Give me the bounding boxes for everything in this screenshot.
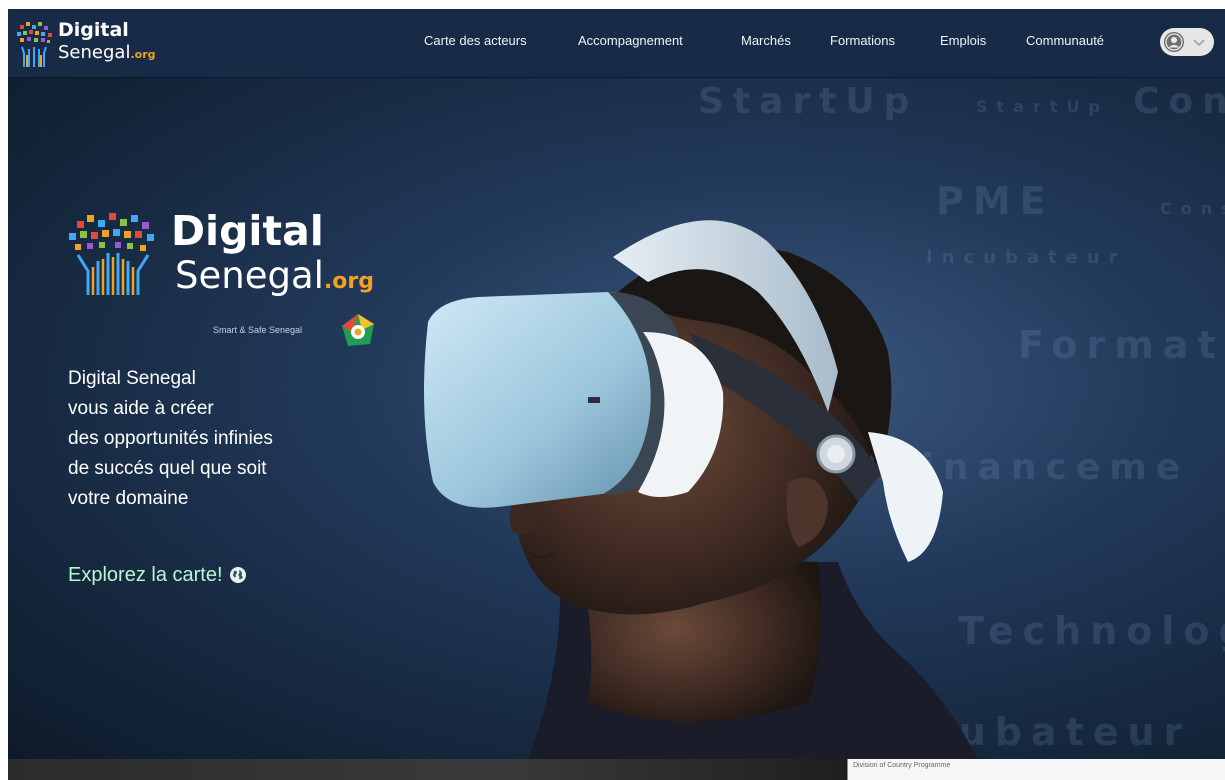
nav-link-formations[interactable]: Formations bbox=[830, 33, 895, 48]
user-menu-toggle[interactable] bbox=[1160, 28, 1214, 56]
nav-link-emplois[interactable]: Emplois bbox=[940, 33, 986, 48]
bg-word-formation: Formati bbox=[1018, 323, 1225, 367]
next-section-strip bbox=[8, 759, 1225, 780]
nav-link-communaute[interactable]: Communauté bbox=[1026, 33, 1104, 48]
user-avatar-icon bbox=[1164, 32, 1184, 52]
brand-pixel-tree-icon bbox=[69, 213, 154, 295]
browser-viewport: Digital Senegal.org Carte des acteurs Ac… bbox=[8, 9, 1225, 780]
brand-text-senegal-word: Senegal bbox=[175, 254, 324, 297]
bg-word-technologie: Technolog bbox=[958, 609, 1225, 653]
nav-link-accompagnement[interactable]: Accompagnement bbox=[578, 33, 683, 48]
hero-line-5: votre domaine bbox=[68, 488, 189, 509]
bg-word-startup: StartUp bbox=[698, 81, 919, 122]
hero-description: Digital Senegal vous aide à créer des op… bbox=[68, 364, 388, 514]
nav-link-marches[interactable]: Marchés bbox=[741, 33, 791, 48]
explore-map-link[interactable]: Explorez la carte! bbox=[68, 564, 247, 587]
hero-brand-logo: Digital Senegal.org Smart & Safe Senegal bbox=[63, 207, 393, 357]
top-navbar: Digital Senegal.org Carte des acteurs Ac… bbox=[8, 9, 1225, 78]
main-menu: Carte des acteurs Accompagnement Marchés… bbox=[8, 9, 1225, 77]
hero-line-1: Digital Senegal bbox=[68, 368, 196, 389]
hero-banner: StartUp StartUp Con PME Cons Incubateur … bbox=[8, 77, 1225, 759]
hero-line-4: de succés quel que soit bbox=[68, 458, 267, 479]
chevron-down-icon bbox=[1193, 39, 1205, 47]
senegal-badge-icon bbox=[342, 314, 374, 346]
hero-line-2: vous aide à créer bbox=[68, 398, 214, 419]
brand-tagline: Smart & Safe Senegal bbox=[213, 325, 303, 335]
brand-text-org: .org bbox=[323, 269, 374, 294]
next-section-snippet: Division of Country Programme bbox=[853, 762, 951, 769]
brand-text-digital: Digital bbox=[171, 207, 324, 255]
bg-word-cons: Cons bbox=[1160, 199, 1225, 218]
brand-text-senegal: Senegal.org bbox=[175, 253, 374, 305]
nav-link-carte-des-acteurs[interactable]: Carte des acteurs bbox=[424, 33, 527, 48]
explore-map-label: Explorez la carte! bbox=[68, 564, 223, 586]
bg-word-con: Con bbox=[1133, 81, 1225, 122]
hero-line-3: des opportunités infinies bbox=[68, 428, 273, 449]
globe-icon bbox=[229, 567, 246, 583]
vr-headset-person-image bbox=[424, 220, 978, 759]
bg-word-startup-small: StartUp bbox=[976, 97, 1109, 116]
